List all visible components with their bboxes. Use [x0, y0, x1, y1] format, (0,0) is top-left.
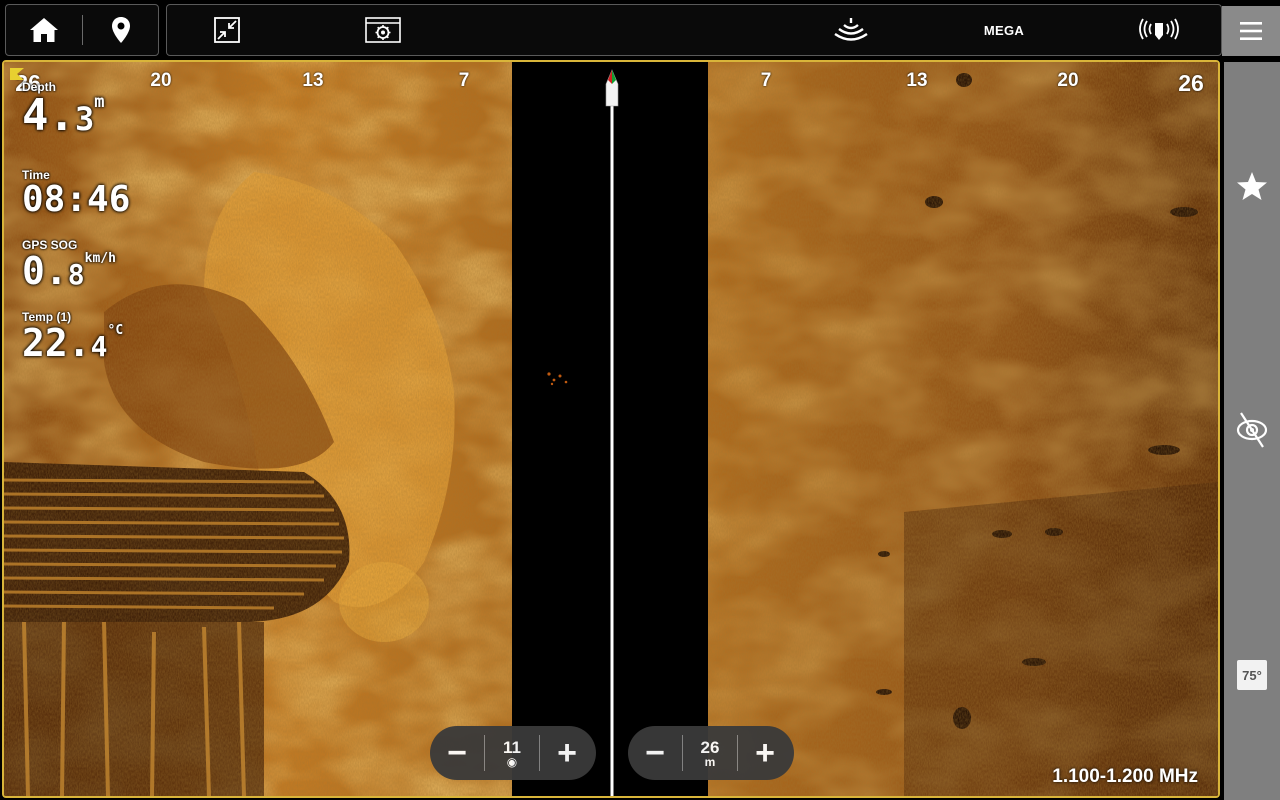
- sog-unit: km/h: [84, 251, 116, 266]
- range-minus-button[interactable]: −: [628, 726, 682, 780]
- zoom-plus-button[interactable]: +: [540, 726, 594, 780]
- temp-readout: Temp (1) 22.4°C: [22, 310, 123, 362]
- range-value-number: 26: [700, 737, 720, 757]
- home-icon: [30, 18, 58, 42]
- range-value: 26 m: [683, 739, 737, 768]
- favorite-button[interactable]: [1224, 162, 1280, 210]
- zoom-value: 11 ◉: [485, 739, 539, 768]
- angle-button[interactable]: 75°: [1224, 658, 1280, 692]
- side-imaging-view[interactable]: 26 20 13 7 7 13 20 26 Depth 4.3m Time 08…: [2, 60, 1220, 798]
- range-label-right-0: 7: [760, 70, 772, 91]
- waypoint-button[interactable]: [83, 5, 159, 55]
- zoom-control: − 11 ◉ +: [430, 726, 596, 780]
- range-label-right-1: 13: [906, 70, 928, 91]
- depth-readout: Depth 4.3m: [22, 80, 105, 138]
- range-label-left-1: 20: [150, 70, 172, 91]
- side-imaging-icon: [1236, 412, 1268, 448]
- range-plus-button[interactable]: +: [738, 726, 792, 780]
- sonar-settings-icon: [365, 17, 401, 43]
- range-unit: m: [704, 754, 716, 769]
- range-label-right-2: 20: [1057, 70, 1079, 91]
- position-flag-icon: [10, 68, 24, 80]
- star-icon: [1237, 172, 1267, 200]
- top-bar: MEGA: [0, 0, 1280, 62]
- depth-unit: m: [94, 92, 105, 112]
- temp-value-dec: 4: [90, 330, 108, 363]
- map-pin-icon: [112, 17, 130, 43]
- sog-value-dec: 8: [67, 258, 85, 291]
- sonar-image: [4, 62, 1218, 796]
- range-control: − 26 m +: [628, 726, 794, 780]
- frequency-label: 1.100-1.200 MHz: [1052, 766, 1198, 787]
- zoom-value-number: 11: [503, 737, 521, 757]
- time-readout: Time 08:46: [22, 168, 130, 218]
- range-label-left-2: 13: [302, 70, 324, 91]
- sog-readout: GPS SOG 0.8km/h: [22, 238, 116, 290]
- home-button[interactable]: [6, 5, 82, 55]
- time-value: 08:46: [22, 179, 131, 220]
- sonar-settings-button[interactable]: [353, 5, 413, 55]
- nav-group: [5, 4, 159, 56]
- zoom-minus-button[interactable]: −: [430, 726, 484, 780]
- depth-value-dec: 3: [74, 100, 95, 138]
- side-imaging-button[interactable]: [1224, 406, 1280, 454]
- collapse-view-button[interactable]: [197, 5, 257, 55]
- menu-button[interactable]: [1222, 6, 1280, 56]
- mega-label: MEGA: [983, 22, 1025, 38]
- transducer-signal-icon: [1139, 18, 1179, 40]
- depth-value-int: 4.: [22, 90, 75, 141]
- sonar-ping-icon: [834, 18, 868, 41]
- zoom-icon: ◉: [506, 754, 518, 769]
- mega-mode-button[interactable]: MEGA: [969, 5, 1039, 55]
- sog-value-int: 0.: [22, 249, 68, 293]
- temp-value-int: 22.: [22, 321, 91, 365]
- hamburger-menu-icon: [1240, 22, 1262, 40]
- angle-label: 75°: [1237, 660, 1267, 690]
- collapse-view-icon: [214, 17, 240, 43]
- tool-group: MEGA: [166, 4, 1222, 56]
- range-label-right-3: 26: [1178, 70, 1204, 96]
- range-label-left-3: 7: [458, 70, 470, 91]
- transducer-button[interactable]: [1129, 5, 1189, 55]
- temp-unit: °C: [107, 323, 124, 338]
- sonar-button[interactable]: [821, 5, 881, 55]
- side-panel: 75°: [1224, 62, 1280, 800]
